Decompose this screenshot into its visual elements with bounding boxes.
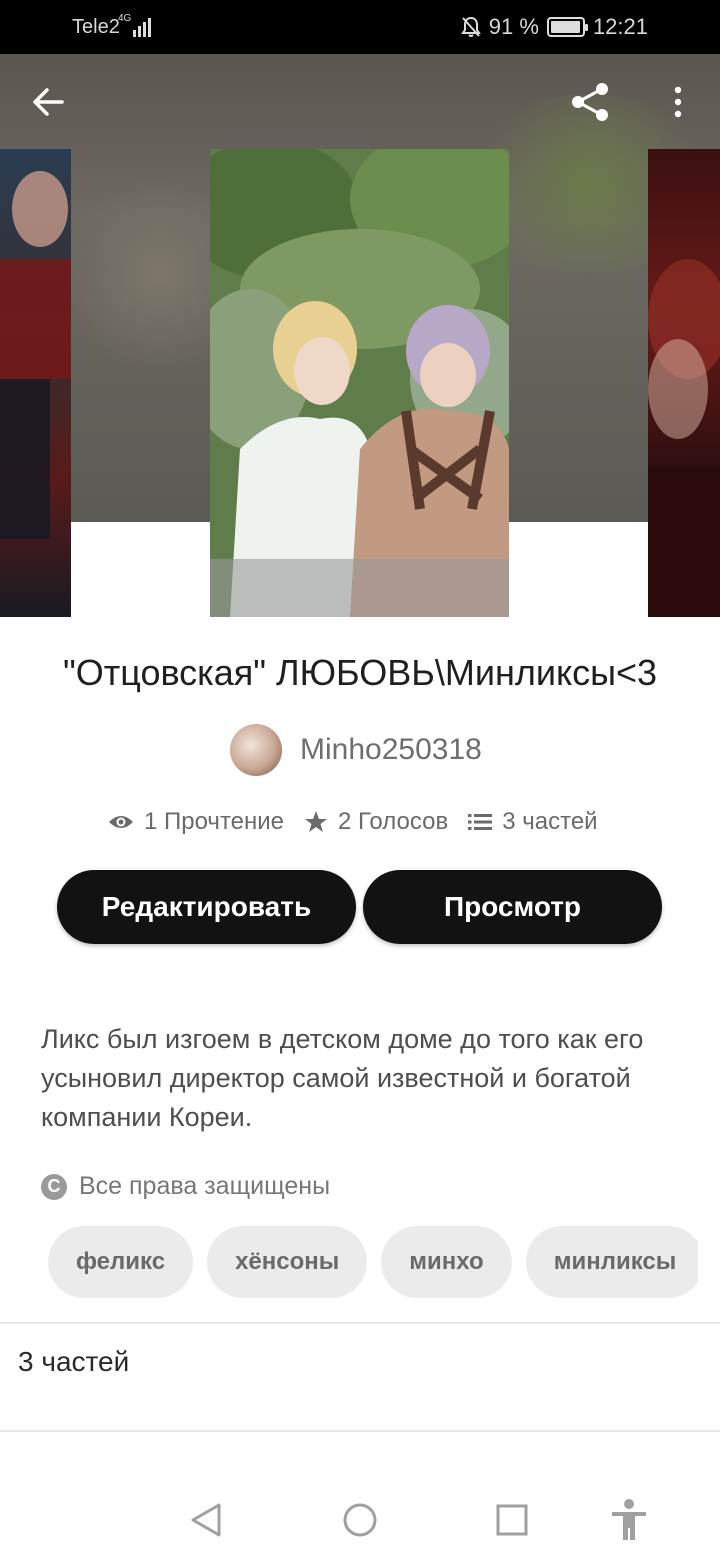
system-nav-bar xyxy=(0,1478,720,1560)
story-cover[interactable] xyxy=(210,149,509,617)
view-button[interactable]: Просмотр xyxy=(363,870,662,944)
tag-chip[interactable]: феликс xyxy=(48,1226,194,1298)
network-type: 4G xyxy=(118,13,132,24)
parts-section-label[interactable]: 3 частей xyxy=(18,1346,129,1378)
nav-accessibility-button[interactable] xyxy=(607,1498,651,1542)
back-button[interactable] xyxy=(24,78,72,126)
next-story-cover[interactable] xyxy=(648,149,720,617)
nav-home-button[interactable] xyxy=(338,1498,382,1542)
edit-button[interactable]: Редактировать xyxy=(57,870,356,944)
story-stats: 1 Прочтение 2 Голосов 3 частей xyxy=(108,808,598,836)
parts-stat: 3 частей xyxy=(468,808,598,836)
author-row[interactable]: Minho250318 xyxy=(230,724,482,776)
divider xyxy=(0,1322,720,1324)
battery-icon xyxy=(546,17,588,37)
tags-list: феликс хёнсоны минхо минликсы xyxy=(48,1226,698,1298)
status-right: 91 % 12:21 xyxy=(460,14,648,40)
home-circle-icon xyxy=(343,1503,377,1537)
accessibility-icon xyxy=(612,1499,646,1540)
cover-art-main xyxy=(210,149,509,617)
mute-bell-icon xyxy=(460,16,481,37)
battery-percent: 91 % xyxy=(488,14,539,39)
story-description: Ликс был изгоем в детском доме до того к… xyxy=(41,1024,644,1132)
parts-count: 3 частей xyxy=(502,808,598,835)
author-name[interactable]: Minho250318 xyxy=(300,733,482,767)
votes-stat: 2 Голосов xyxy=(304,808,448,836)
carrier-name: Tele2 xyxy=(72,16,120,38)
status-bar: Tele2 4G 91 % 12:21 xyxy=(0,0,720,54)
share-button[interactable] xyxy=(566,78,614,126)
signal-icon xyxy=(133,18,151,37)
clock: 12:21 xyxy=(592,14,648,39)
nav-back-button[interactable] xyxy=(184,1498,228,1542)
copyright-icon: C xyxy=(41,1173,67,1200)
tag-chip[interactable]: минхо xyxy=(381,1226,512,1298)
eye-icon xyxy=(109,816,133,828)
reads-count: 1 Прочтение xyxy=(144,808,285,835)
copyright-text: Все права защищены xyxy=(79,1172,331,1200)
recents-square-icon xyxy=(496,1504,528,1536)
reads-stat: 1 Прочтение xyxy=(108,808,284,836)
tag-chip[interactable]: хёнсоны xyxy=(207,1226,368,1298)
list-icon xyxy=(468,814,493,830)
votes-count: 2 Голосов xyxy=(338,808,449,835)
previous-story-cover[interactable] xyxy=(0,149,71,617)
tag-chip[interactable]: минликсы xyxy=(525,1226,698,1298)
back-triangle-icon xyxy=(191,1503,221,1537)
divider xyxy=(0,1430,720,1432)
copyright-row: C Все права защищены xyxy=(41,1172,330,1201)
author-avatar[interactable] xyxy=(230,724,282,776)
story-title: "Отцовская" ЛЮБОВЬ\Минликсы<3 xyxy=(62,652,658,693)
share-icon xyxy=(572,83,608,121)
nav-recents-button[interactable] xyxy=(490,1498,534,1542)
cover-art-right xyxy=(648,259,720,617)
more-options-button[interactable] xyxy=(654,78,702,126)
more-vertical-icon xyxy=(674,86,682,118)
cover-art-left xyxy=(0,171,71,539)
star-icon xyxy=(305,811,328,832)
arrow-left-icon xyxy=(33,88,64,116)
